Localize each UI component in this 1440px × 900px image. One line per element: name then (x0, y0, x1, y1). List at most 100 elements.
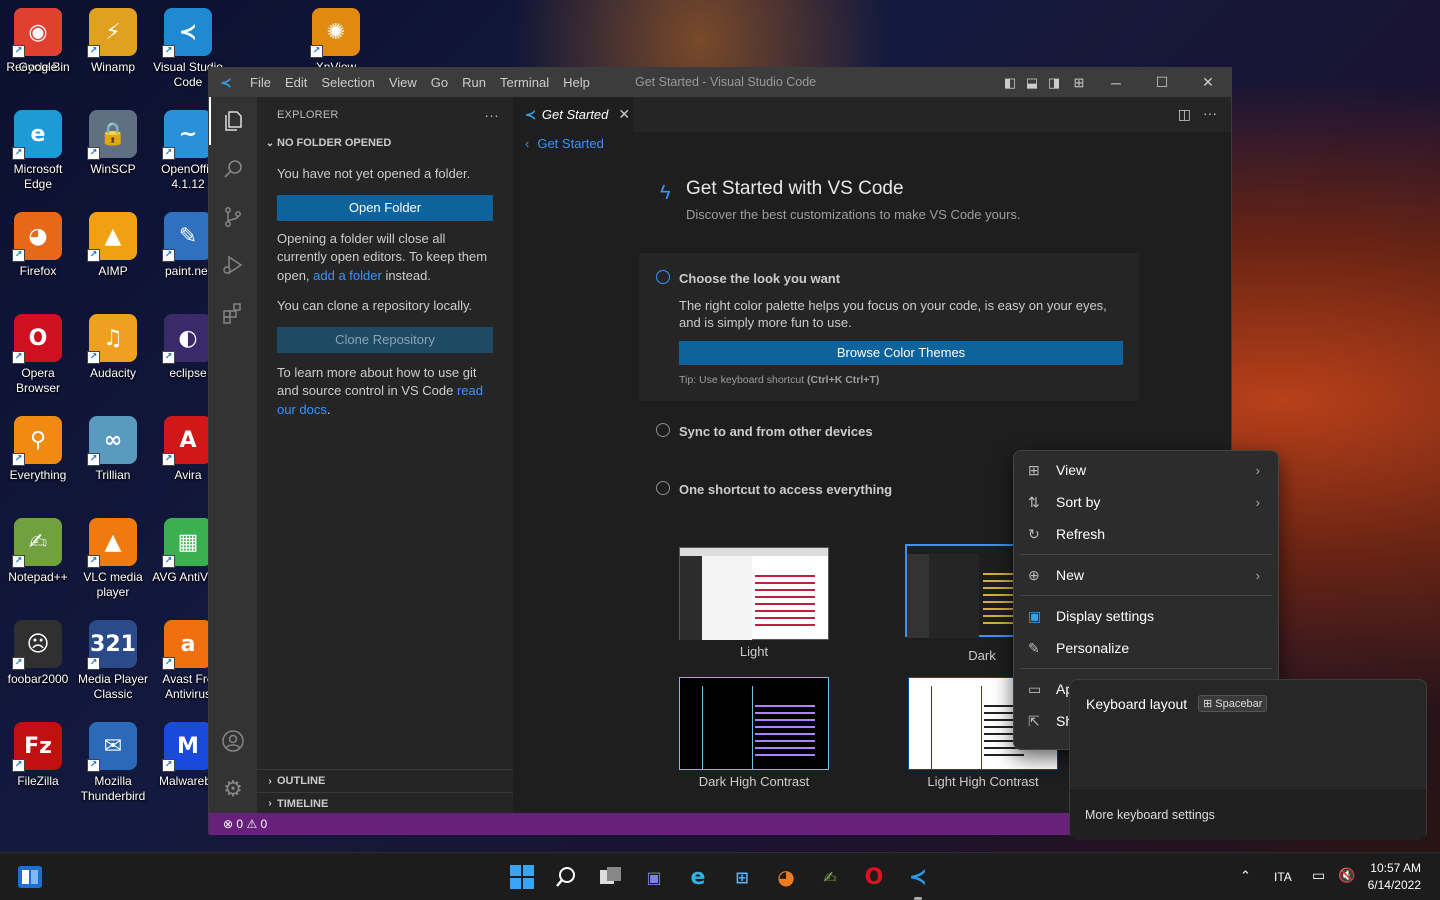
desktop-icon[interactable]: ♫ ↗ Audacity (75, 308, 151, 410)
menu-terminal[interactable]: Terminal (493, 75, 556, 90)
menu-help[interactable]: Help (556, 75, 597, 90)
desktop-icon[interactable]: 🔒 ↗ WinSCP (75, 104, 151, 206)
desktop-icon[interactable]: ∞ ↗ Trillian (75, 410, 151, 512)
windows-key-icon: ⊞ (1203, 698, 1213, 710)
share-icon: ⇱ (1028, 712, 1040, 729)
step-choose-look[interactable]: Choose the look you want The right color… (639, 253, 1139, 401)
vscode-tab-icon: ≺ (525, 106, 536, 122)
explorer-icon[interactable] (209, 97, 257, 145)
desktop-icon[interactable]: e ↗ Microsoft Edge (0, 104, 76, 206)
start-icon[interactable] (506, 861, 538, 893)
more-keyboard-settings-link[interactable]: More keyboard settings (1085, 808, 1215, 822)
editor-more-icon[interactable]: ··· (1203, 105, 1217, 121)
warning-icon[interactable]: ⚠ (246, 817, 257, 831)
toggle-panel-icon[interactable]: ⬓ (1021, 75, 1043, 91)
customize-layout-icon[interactable]: ⊞ (1065, 75, 1093, 91)
chevron-right-icon: › (268, 798, 272, 809)
task-view-icon[interactable] (595, 861, 627, 893)
volume-icon[interactable]: 🔇 (1338, 867, 1355, 884)
edge-icon[interactable]: e (682, 861, 714, 893)
opera-icon[interactable]: O (858, 861, 890, 893)
desktop-icon[interactable]: ▲ ↗ VLC media player (75, 512, 151, 614)
more-actions-icon[interactable]: ··· (484, 107, 499, 123)
menu-edit[interactable]: Edit (278, 75, 314, 90)
store-icon[interactable]: ⊞ (726, 861, 758, 893)
desktop-icon[interactable]: ☹ ↗ foobar2000 (0, 614, 76, 716)
browse-color-themes-button[interactable]: Browse Color Themes (679, 341, 1123, 365)
split-editor-icon[interactable]: ◫ (1178, 106, 1191, 123)
app-icon: M ↗ (162, 722, 212, 772)
shortcut-arrow-icon: ↗ (12, 147, 25, 160)
desktop-icon[interactable]: ◉ ↗ Google (0, 2, 76, 104)
search-icon[interactable] (550, 861, 582, 893)
add-folder-link[interactable]: add a folder (313, 268, 382, 283)
error-icon[interactable]: ⊗ (223, 817, 233, 831)
menu-new[interactable]: ⊕ New › (1014, 559, 1278, 591)
chat-icon[interactable]: ▣ (638, 861, 670, 893)
keyboard-layout-flyout: Keyboard layout ⊞ Spacebar More keyboard… (1069, 679, 1427, 840)
firefox-icon[interactable]: ◕ (770, 861, 802, 893)
notepadpp-icon[interactable]: ✍ (814, 861, 846, 893)
error-count[interactable]: 0 (236, 817, 243, 831)
app-icon: a ↗ (162, 620, 212, 670)
shortcut-arrow-icon: ↗ (87, 351, 100, 364)
menu-file[interactable]: File (243, 75, 278, 90)
show-hidden-icons-icon[interactable]: ⌃ (1240, 868, 1251, 884)
close-window-button[interactable]: ✕ (1185, 74, 1231, 91)
no-folder-section[interactable]: ⌄ NO FOLDER OPENED (257, 132, 513, 154)
desktop-icon[interactable]: ⚲ ↗ Everything (0, 410, 76, 512)
input-language[interactable]: ITA (1274, 870, 1292, 884)
desktop-icon[interactable]: ✉ ↗ Mozilla Thunderbird (75, 716, 151, 818)
close-tab-icon[interactable]: ✕ (618, 106, 630, 123)
menu-go[interactable]: Go (424, 75, 455, 90)
outline-section[interactable]: › OUTLINE (257, 770, 513, 792)
desktop-icon[interactable]: O ↗ Opera Browser (0, 308, 76, 410)
desktop-icon[interactable]: ✍ ↗ Notepad++ (0, 512, 76, 614)
accounts-icon[interactable] (209, 717, 257, 765)
theme-dark-thumb[interactable] (905, 544, 1019, 638)
menu-sort-by[interactable]: ⇅ Sort by › (1014, 486, 1278, 518)
desktop-icon[interactable]: Fz ↗ FileZilla (0, 716, 76, 818)
menu-personalize[interactable]: ✎ Personalize (1014, 632, 1278, 664)
desktop-icon-label: Mozilla Thunderbird (80, 774, 146, 803)
menu-view[interactable]: View (382, 75, 424, 90)
chevron-right-icon: › (268, 775, 272, 787)
timeline-section[interactable]: › TIMELINE (257, 792, 513, 814)
source-control-icon[interactable] (209, 193, 257, 241)
step-radio-icon[interactable] (656, 423, 670, 437)
toggle-sidebar-icon[interactable]: ◧ (999, 75, 1021, 91)
desktop-icon[interactable]: ◕ ↗ Firefox (0, 206, 76, 308)
shortcut-arrow-icon: ↗ (162, 249, 175, 262)
menu-refresh[interactable]: ↻ Refresh (1014, 518, 1278, 550)
desktop-icon[interactable]: 321 ↗ Media Player Classic (75, 614, 151, 716)
desktop-icon[interactable]: ⚡ ↗ Winamp (75, 2, 151, 104)
toggle-secondary-sidebar-icon[interactable]: ◨ (1043, 75, 1065, 91)
extensions-icon[interactable] (209, 289, 257, 337)
step-sync[interactable]: Sync to and from other devices (679, 424, 873, 439)
menu-display-settings[interactable]: ▣ Display settings (1014, 600, 1278, 632)
step-radio-icon[interactable] (656, 481, 670, 495)
widgets-icon[interactable] (14, 861, 46, 893)
minimize-button[interactable]: ─ (1093, 75, 1139, 91)
run-debug-icon[interactable] (209, 241, 257, 289)
menu-run[interactable]: Run (455, 75, 493, 90)
tab-get-started[interactable]: ≺ Get Started ✕ (513, 97, 633, 132)
warning-count[interactable]: 0 (261, 817, 268, 831)
back-breadcrumb[interactable]: ‹ Get Started (525, 136, 604, 151)
menu-selection[interactable]: Selection (314, 75, 381, 90)
theme-light-thumb[interactable] (679, 547, 829, 640)
vscode-taskbar-icon[interactable]: ≺ (902, 861, 934, 893)
network-icon[interactable]: ▭ (1312, 867, 1325, 884)
open-folder-button[interactable]: Open Folder (277, 194, 493, 221)
manage-gear-icon[interactable]: ⚙ (209, 765, 257, 813)
clone-repository-button[interactable]: Clone Repository (277, 326, 493, 353)
desktop-icon[interactable]: ▲ ↗ AIMP (75, 206, 151, 308)
maximize-button[interactable]: ☐ (1139, 74, 1185, 91)
clock[interactable]: 10:57 AM 6/14/2022 (1367, 861, 1421, 892)
title-bar: ≺ File Edit Selection View Go Run Terminal Help… (209, 68, 1231, 97)
theme-dark-hc-thumb[interactable] (679, 677, 829, 770)
menu-view[interactable]: ⊞ View › (1014, 454, 1278, 486)
menu-label: New (1056, 567, 1085, 583)
step-shortcut[interactable]: One shortcut to access everything (679, 482, 892, 497)
search-icon[interactable] (209, 145, 257, 193)
